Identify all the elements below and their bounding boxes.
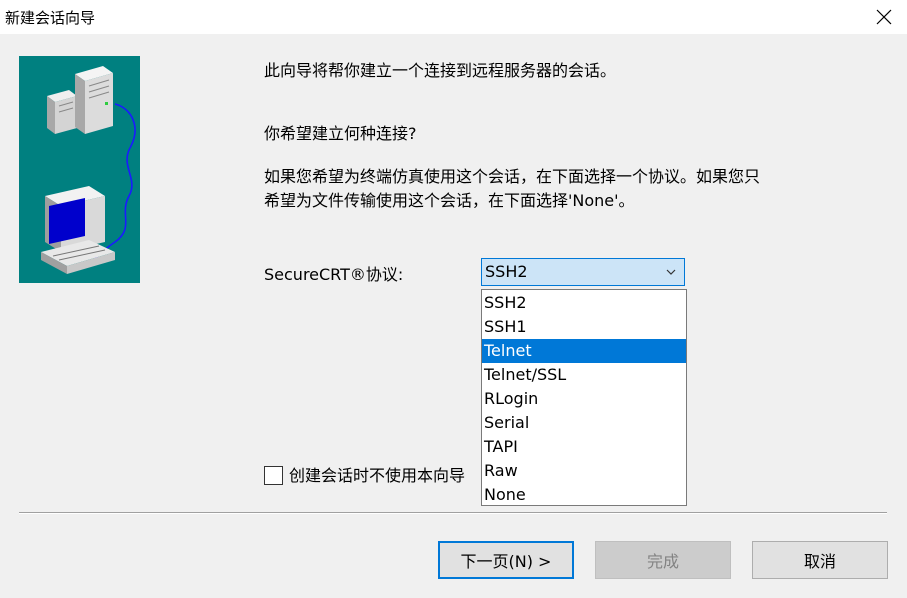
option-raw[interactable]: Raw xyxy=(482,459,686,483)
intro-text: 此向导将帮你建立一个连接到远程服务器的会话。 xyxy=(264,61,617,80)
protocol-label: SecureCRT®协议: xyxy=(264,265,404,284)
option-telnet[interactable]: Telnet xyxy=(482,339,686,363)
close-icon xyxy=(876,9,892,25)
window-title: 新建会话向导 xyxy=(5,9,96,27)
title-bar: 新建会话向导 xyxy=(0,0,907,34)
divider xyxy=(19,512,887,514)
option-telnet-ssl[interactable]: Telnet/SSL xyxy=(482,363,686,387)
skip-wizard-label[interactable]: 创建会话时不使用本向导 xyxy=(289,464,481,488)
protocol-dropdown-list[interactable]: SSH2 SSH1 Telnet Telnet/SSL RLogin Seria… xyxy=(481,289,687,506)
skip-wizard-checkbox[interactable] xyxy=(264,466,283,485)
protocol-select-value: SSH2 xyxy=(485,262,528,281)
question-text: 你希望建立何种连接? xyxy=(264,124,417,143)
description-line-1: 如果您希望为终端仿真使用这个会话，在下面选择一个协议。如果您只 xyxy=(264,167,761,186)
description-line-2: 希望为文件传输使用这个会话，在下面选择'None'。 xyxy=(264,191,635,210)
close-button[interactable] xyxy=(861,0,907,34)
option-rlogin[interactable]: RLogin xyxy=(482,387,686,411)
option-ssh1[interactable]: SSH1 xyxy=(482,315,686,339)
wizard-illustration xyxy=(19,56,140,283)
computer-monitor-icon xyxy=(41,186,115,274)
option-serial[interactable]: Serial xyxy=(482,411,686,435)
option-none[interactable]: None xyxy=(482,483,686,507)
option-tapi[interactable]: TAPI xyxy=(482,435,686,459)
protocol-select[interactable]: SSH2 xyxy=(481,258,685,286)
chevron-down-icon xyxy=(666,269,676,275)
finish-button: 完成 xyxy=(595,541,731,579)
next-button[interactable]: 下一页(N) > xyxy=(438,541,574,579)
option-ssh2[interactable]: SSH2 xyxy=(482,291,686,315)
cancel-button[interactable]: 取消 xyxy=(752,541,888,579)
